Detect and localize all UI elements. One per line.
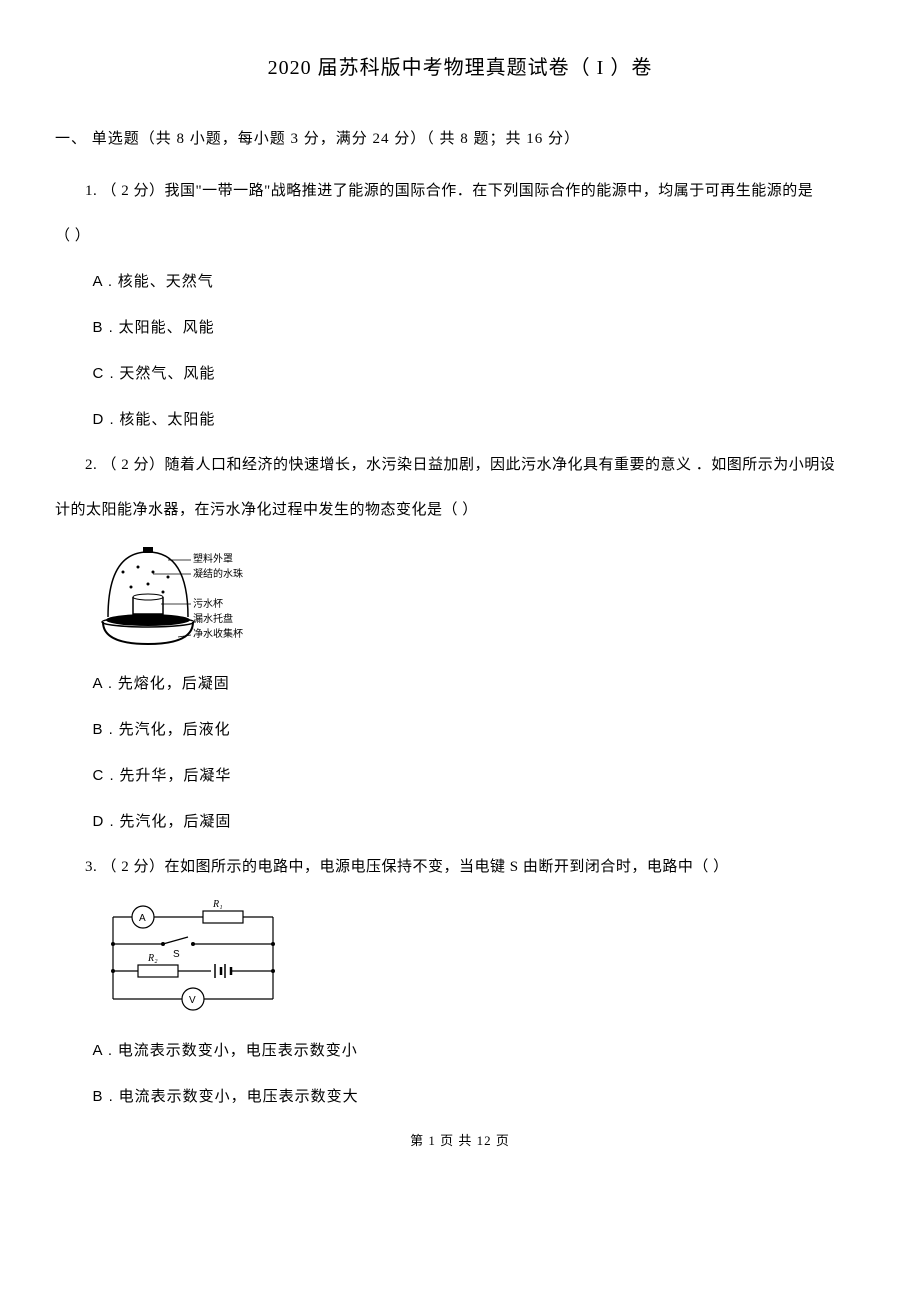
option-label: C . xyxy=(93,365,115,382)
q2-option-a: A . 先熔化，后凝固 xyxy=(93,670,866,698)
q2-stem-line2: 计的太阳能净水器，在污水净化过程中发生的物态变化是（ ） xyxy=(55,497,865,524)
q3-option-b: B . 电流表示数变小，电压表示数变大 xyxy=(93,1083,866,1111)
option-label: D . xyxy=(93,813,115,830)
exam-title: 2020 届苏科版中考物理真题试卷（ I ）卷 xyxy=(55,50,865,86)
q2-figure: 塑料外罩 凝结的水珠 污水杯 漏水托盘 净水收集杯 xyxy=(93,542,866,652)
voltmeter-label: V xyxy=(189,995,196,1006)
option-label: C . xyxy=(93,767,115,784)
q2-option-b: B . 先汽化，后液化 xyxy=(93,716,866,744)
q2-option-d: D . 先汽化，后凝固 xyxy=(93,808,866,836)
q1-option-b: B . 太阳能、风能 xyxy=(93,314,866,342)
option-text: 核能、太阳能 xyxy=(119,412,215,428)
q1-option-a: A . 核能、天然气 xyxy=(93,268,866,296)
page-footer: 第 1 页 共 12 页 xyxy=(55,1129,865,1152)
section-header: 一、 单选题（共 8 小题，每小题 3 分，满分 24 分）（ 共 8 题；共 … xyxy=(55,126,865,153)
option-text: 先升华，后凝华 xyxy=(119,768,231,784)
option-text: 天然气、风能 xyxy=(119,366,215,382)
question-1: 1. （ 2 分）我国"一带一路"战略推进了能源的国际合作．在下列国际合作的能源… xyxy=(55,178,865,434)
label-text: 污水杯 xyxy=(193,597,223,610)
option-label: B . xyxy=(93,721,114,738)
label-text: 凝结的水珠 xyxy=(193,567,243,580)
question-2: 2. （ 2 分）随着人口和经济的快速增长，水污染日益加剧，因此污水净化具有重要… xyxy=(55,452,865,836)
option-label: A . xyxy=(93,273,114,290)
option-label: A . xyxy=(93,1042,114,1059)
q1-option-d: D . 核能、太阳能 xyxy=(93,406,866,434)
q1-option-c: C . 天然气、风能 xyxy=(93,360,866,388)
q2-stem-line1: 2. （ 2 分）随着人口和经济的快速增长，水污染日益加剧，因此污水净化具有重要… xyxy=(55,452,865,479)
option-text: 核能、天然气 xyxy=(118,274,214,290)
ammeter-label: A xyxy=(139,913,146,924)
r1-label: R₁ xyxy=(212,899,223,910)
circuit-diagram-icon: A R₁ S R₂ V xyxy=(93,899,293,1019)
q1-stem-line2: （ ） xyxy=(55,223,865,250)
option-text: 电流表示数变小，电压表示数变小 xyxy=(118,1043,358,1059)
option-text: 先汽化，后凝固 xyxy=(119,814,231,830)
option-label: B . xyxy=(93,319,114,336)
label-text: 塑料外罩 xyxy=(193,552,233,565)
option-text: 太阳能、风能 xyxy=(119,320,215,336)
purifier-diagram-icon: 塑料外罩 凝结的水珠 污水杯 漏水托盘 净水收集杯 xyxy=(93,542,253,652)
option-label: D . xyxy=(93,411,115,428)
option-text: 电流表示数变小，电压表示数变大 xyxy=(119,1089,359,1105)
option-label: A . xyxy=(93,675,114,692)
q3-option-a: A . 电流表示数变小，电压表示数变小 xyxy=(93,1037,866,1065)
label-text: 漏水托盘 xyxy=(193,612,233,625)
q3-stem: 3. （ 2 分）在如图所示的电路中，电源电压保持不变，当电键 S 由断开到闭合… xyxy=(55,854,865,881)
option-text: 先汽化，后液化 xyxy=(119,722,231,738)
question-3: 3. （ 2 分）在如图所示的电路中，电源电压保持不变，当电键 S 由断开到闭合… xyxy=(55,854,865,1111)
q3-figure: A R₁ S R₂ V xyxy=(93,899,866,1019)
r2-label: R₂ xyxy=(147,953,158,964)
option-text: 先熔化，后凝固 xyxy=(118,676,230,692)
label-text: 净水收集杯 xyxy=(193,627,243,640)
q2-option-c: C . 先升华，后凝华 xyxy=(93,762,866,790)
option-label: B . xyxy=(93,1088,114,1105)
switch-label: S xyxy=(173,949,180,960)
q1-stem-line1: 1. （ 2 分）我国"一带一路"战略推进了能源的国际合作．在下列国际合作的能源… xyxy=(55,178,865,205)
